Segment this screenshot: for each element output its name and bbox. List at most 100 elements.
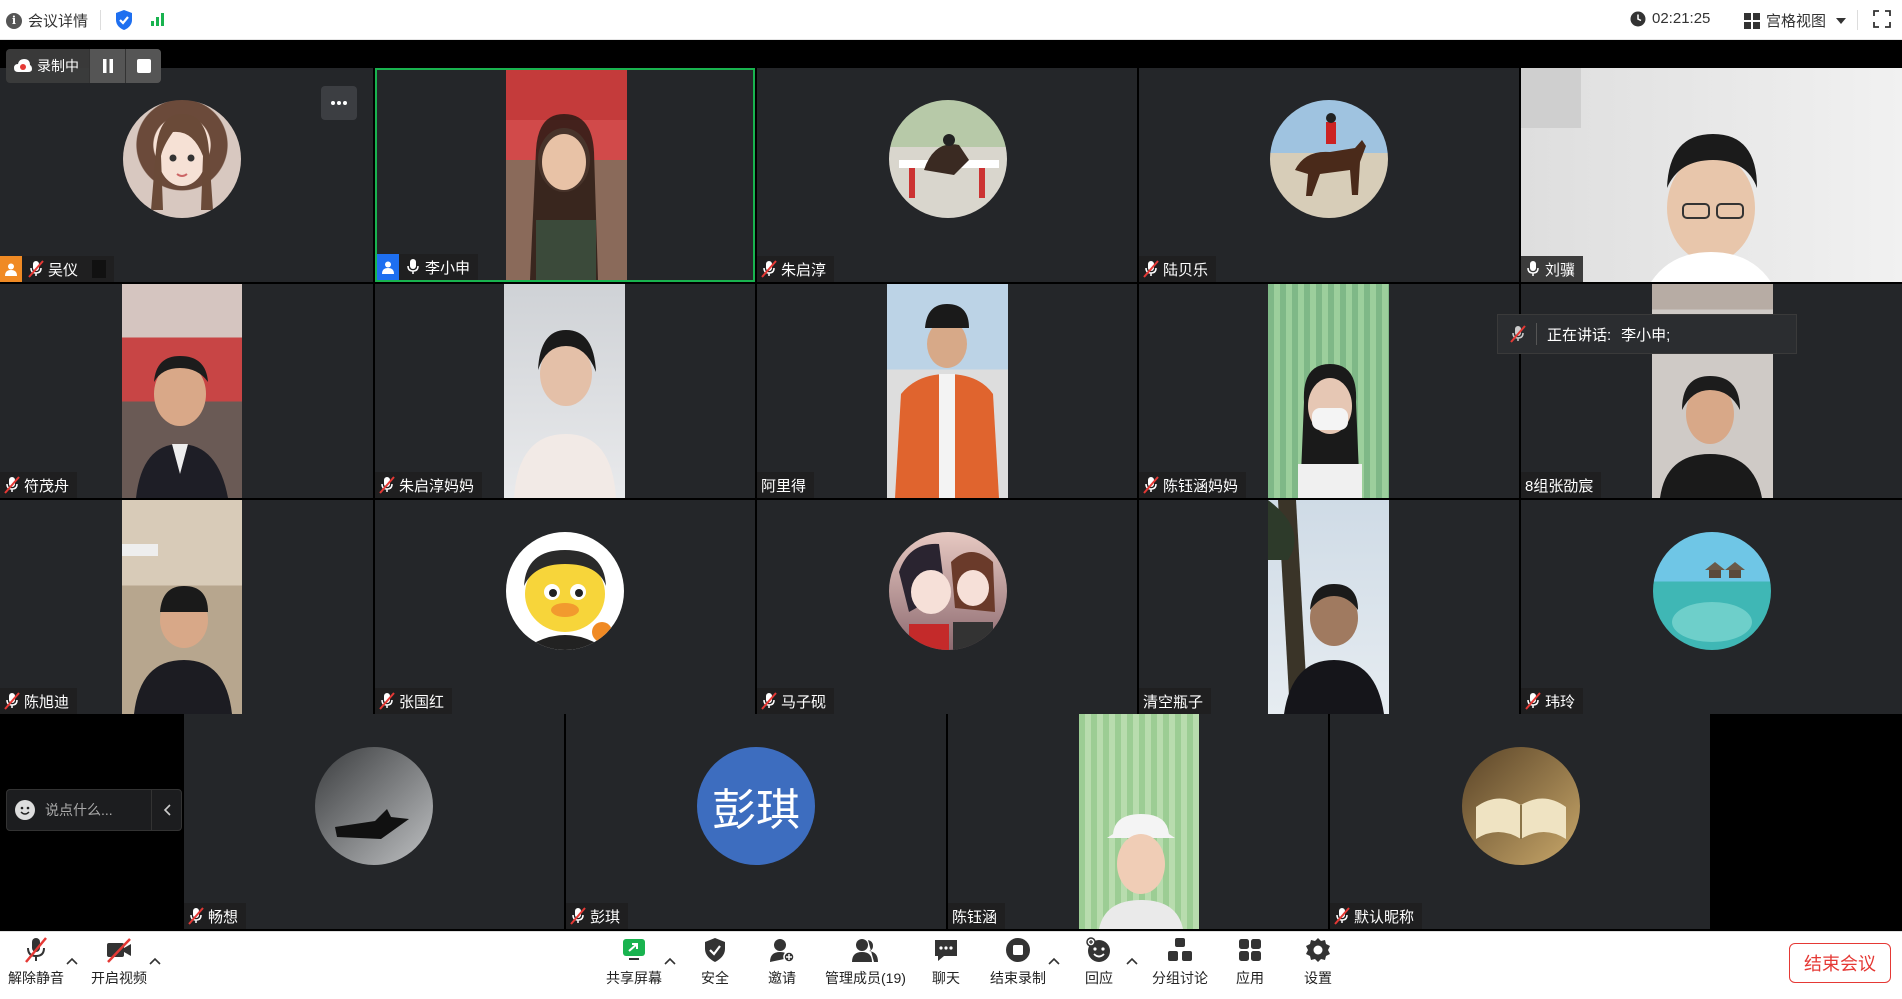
end-meeting-button[interactable]: 结束会议 — [1789, 943, 1891, 983]
breakout-rooms-button[interactable]: 分组讨论 — [1152, 936, 1208, 988]
participant-tile[interactable]: 朱启淳妈妈 — [375, 284, 755, 498]
reactions-button[interactable]: 回应 — [1085, 936, 1113, 988]
speaking-label: 正在讲话: — [1547, 326, 1612, 344]
breakout-label: 分组讨论 — [1152, 970, 1208, 986]
participant-tile[interactable]: 吴仪 — [0, 68, 373, 282]
manage-members-label: 管理成员(19) — [825, 970, 906, 986]
participant-tile[interactable]: 马子砚 — [757, 500, 1137, 714]
chevron-up-icon — [664, 957, 676, 965]
divider — [1857, 10, 1858, 30]
participant-tile[interactable]: 玮玲 — [1521, 500, 1902, 714]
share-screen-label: 共享屏幕 — [606, 970, 662, 986]
participant-tile[interactable]: 默认昵称 — [1330, 714, 1710, 929]
view-mode-dropdown[interactable]: 宫格视图 — [1744, 10, 1847, 31]
chat-bubble-icon — [935, 940, 957, 961]
participant-avatar — [315, 747, 433, 865]
participant-nameplate: 刘骥 — [1521, 256, 1584, 282]
unmute-label: 解除静音 — [8, 970, 64, 986]
chat-button[interactable]: 聊天 — [932, 936, 960, 988]
participant-tile[interactable]: 符茂舟 — [0, 284, 373, 498]
participant-tile[interactable]: 陈钰涵 — [948, 714, 1328, 929]
video-options-caret[interactable] — [149, 952, 161, 968]
participant-tile[interactable]: 畅想 — [184, 714, 564, 929]
security-shield-icon[interactable] — [115, 9, 133, 31]
participant-avatar — [1270, 100, 1388, 218]
end-recording-label: 结束录制 — [990, 970, 1046, 986]
participant-name: 彭琪 — [590, 908, 621, 926]
participant-video — [122, 284, 242, 498]
participant-tile-active-speaker[interactable]: 李小申 — [375, 68, 755, 282]
quick-chat-input[interactable]: 说点什么... — [6, 789, 182, 831]
invite-label: 邀请 — [768, 970, 796, 986]
more-options-button[interactable] — [321, 86, 357, 120]
meeting-details-label: 会议详情 — [28, 13, 89, 30]
participant-name: 吴仪 — [48, 261, 79, 279]
manage-members-button[interactable]: 管理成员(19) — [825, 936, 906, 988]
participant-tile[interactable]: 陈钰涵妈妈 — [1139, 284, 1519, 498]
participant-nameplate: 清空瓶子 — [1139, 688, 1212, 714]
recording-options-caret[interactable] — [1048, 952, 1060, 968]
participant-tile[interactable]: 张国红 — [375, 500, 755, 714]
apps-label: 应用 — [1236, 970, 1264, 986]
members-icon — [852, 939, 879, 962]
meeting-details-button[interactable]: i 会议详情 — [6, 10, 88, 31]
participant-tile[interactable]: 刘骥 — [1521, 68, 1902, 282]
participant-nameplate: 彭琪 — [566, 903, 629, 929]
security-button[interactable]: 安全 — [701, 936, 729, 988]
start-video-button[interactable]: 开启视频 — [91, 936, 147, 988]
share-screen-button[interactable]: 共享屏幕 — [606, 936, 662, 988]
recording-controls: 录制中 — [6, 49, 161, 83]
video-off-indicator — [92, 260, 107, 278]
gear-icon — [1306, 938, 1330, 962]
mic-muted-icon — [25, 937, 47, 963]
emoji-icon[interactable] — [15, 800, 35, 820]
invite-button[interactable]: 邀请 — [768, 936, 796, 988]
mic-icon — [407, 259, 419, 274]
participant-name: 符茂舟 — [24, 477, 70, 495]
participant-tile[interactable]: 陈旭迪 — [0, 500, 373, 714]
unmute-button[interactable]: 解除静音 — [8, 936, 64, 988]
mic-icon — [1527, 261, 1539, 276]
audio-options-caret[interactable] — [66, 952, 78, 968]
pause-icon — [102, 59, 113, 73]
participant-name: 陈旭迪 — [24, 693, 70, 711]
network-signal-icon[interactable] — [150, 11, 166, 27]
participant-tile[interactable]: 朱启淳 — [757, 68, 1137, 282]
more-dots-icon — [331, 101, 347, 105]
fullscreen-icon[interactable] — [1873, 10, 1891, 28]
shield-icon — [705, 938, 725, 962]
participant-name: 默认昵称 — [1354, 908, 1415, 926]
end-recording-button[interactable]: 结束录制 — [990, 936, 1046, 988]
host-icon — [0, 256, 22, 282]
collapse-chat-button[interactable] — [151, 790, 181, 830]
participant-avatar — [1653, 532, 1771, 650]
reactions-options-caret[interactable] — [1126, 952, 1138, 968]
stop-recording-button[interactable] — [125, 49, 161, 83]
top-bar: i 会议详情 02:21:25 宫格视图 — [0, 0, 1902, 40]
apps-button[interactable]: 应用 — [1236, 936, 1264, 988]
settings-button[interactable]: 设置 — [1304, 936, 1332, 988]
divider — [1536, 323, 1537, 345]
pause-recording-button[interactable] — [89, 49, 125, 83]
participant-name: 朱启淳妈妈 — [399, 477, 475, 495]
start-video-label: 开启视频 — [91, 970, 147, 986]
participant-name: 张国红 — [399, 693, 445, 711]
participant-name: 玮玲 — [1545, 693, 1576, 711]
participant-nameplate: 朱启淳妈妈 — [375, 472, 483, 498]
participant-tile[interactable]: 陆贝乐 — [1139, 68, 1519, 282]
participant-tile[interactable]: 清空瓶子 — [1139, 500, 1519, 714]
mic-muted-icon — [570, 907, 586, 925]
mic-muted-icon — [4, 476, 20, 494]
participant-nameplate: 默认昵称 — [1330, 903, 1423, 929]
divider — [100, 10, 101, 30]
mic-muted-icon — [379, 692, 395, 710]
participant-video — [1268, 284, 1389, 498]
participant-nameplate: 符茂舟 — [0, 472, 78, 498]
share-options-caret[interactable] — [664, 952, 676, 968]
mic-muted-icon — [4, 692, 20, 710]
participant-video — [887, 284, 1008, 498]
participant-tile[interactable]: 阿里得 — [757, 284, 1137, 498]
mic-muted-icon — [379, 476, 395, 494]
participant-tile[interactable]: 彭琪 彭琪 — [566, 714, 946, 929]
participant-nameplate: 8组张劭宸 — [1521, 472, 1602, 498]
